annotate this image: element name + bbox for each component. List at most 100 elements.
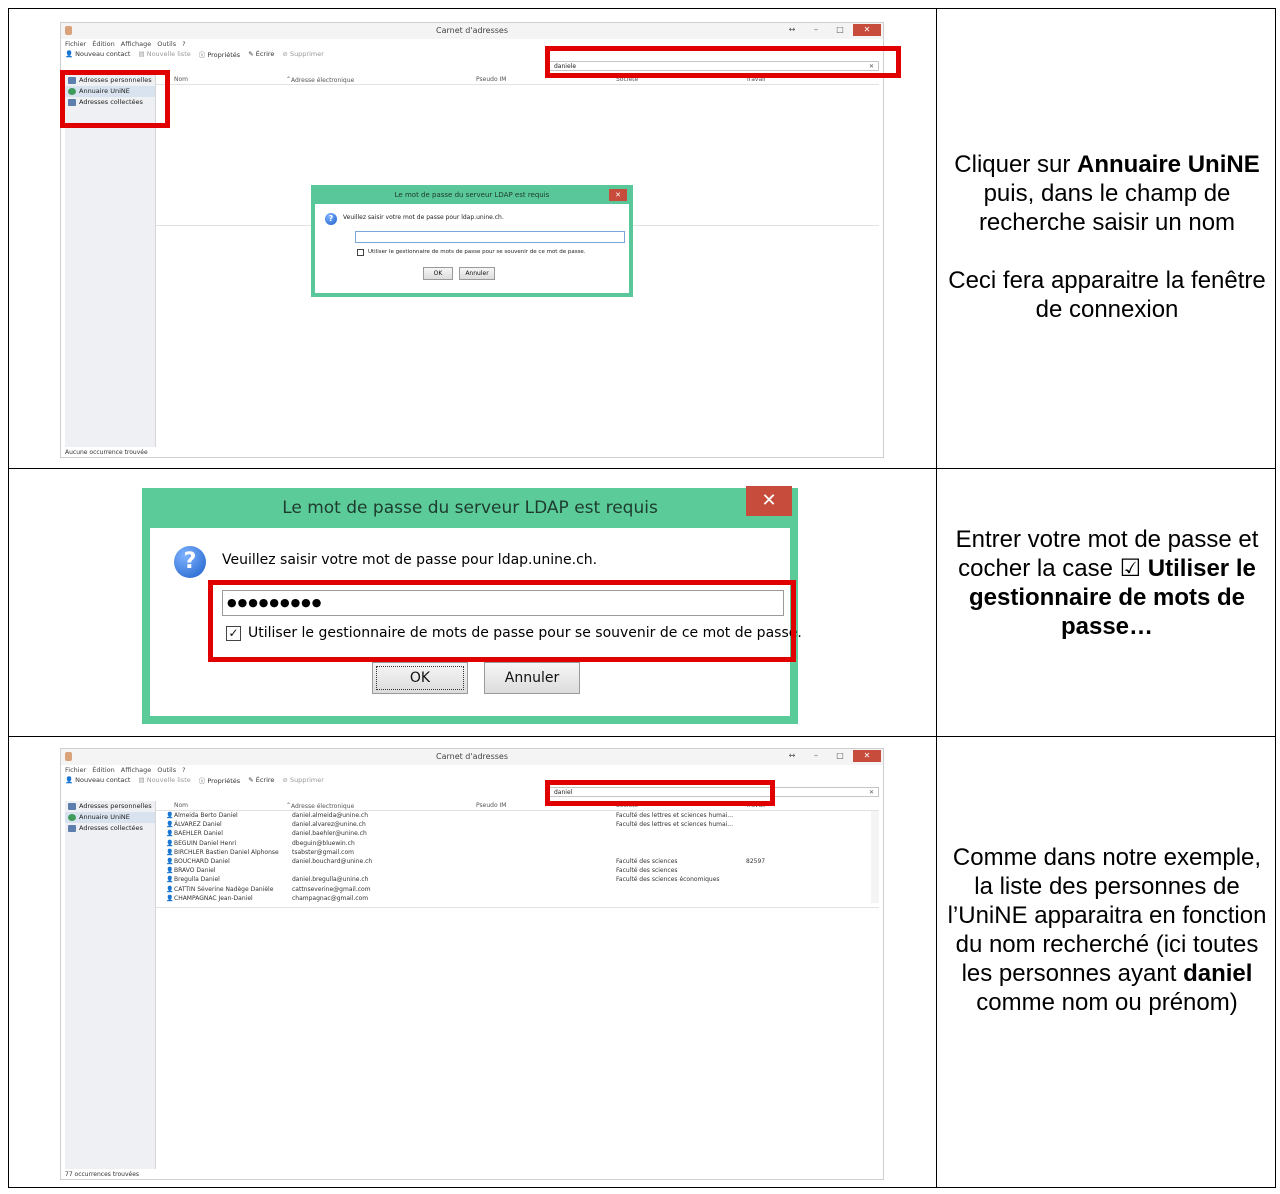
clear-search-icon[interactable]: ✕ bbox=[869, 788, 874, 798]
dialog-title: Le mot de passe du serveur LDAP est requ… bbox=[142, 486, 798, 528]
delete-button[interactable]: ⊘ Supprimer bbox=[282, 776, 324, 784]
highlight-search bbox=[545, 780, 775, 806]
question-icon: ? bbox=[325, 213, 337, 225]
sidebar-item-collected[interactable]: Adresses collectées bbox=[65, 823, 155, 834]
sidebar: Adresses personnelles Annuaire UniNE Adr… bbox=[65, 801, 156, 1169]
menu-edition[interactable]: Édition bbox=[92, 766, 115, 774]
menu-help[interactable]: ? bbox=[182, 40, 185, 48]
column-divider bbox=[936, 8, 937, 1188]
contact-email: tsabster@gmail.com bbox=[292, 848, 354, 856]
window-controls: ↔ – □ ✕ bbox=[781, 749, 881, 763]
new-contact-button[interactable]: 👤 Nouveau contact bbox=[65, 776, 130, 784]
new-list-button[interactable]: ▤ Nouvelle liste bbox=[138, 776, 190, 784]
contacts-pane: Nom ⌃ Adresse électronique Pseudo IM Soc… bbox=[156, 801, 879, 1169]
contact-company: Faculté des lettres et sciences humai... bbox=[616, 812, 734, 819]
minimize-icon[interactable]: – bbox=[805, 750, 827, 762]
contact-name: CATTIN Séverine Nadège Danièle bbox=[174, 885, 274, 893]
table-row[interactable]: 👤 BRAVO Daniel Faculté des sciences bbox=[156, 866, 869, 875]
contact-icon: 👤 bbox=[166, 848, 174, 856]
cancel-button[interactable]: Annuler bbox=[459, 267, 495, 280]
contact-icon: 👤 bbox=[166, 821, 174, 829]
address-book-window-2: Carnet d'adresses ↔ – □ ✕ Fichier Éditio… bbox=[60, 748, 884, 1180]
menu-affichage[interactable]: Affichage bbox=[121, 766, 152, 774]
contact-icon: 👤 bbox=[166, 894, 174, 902]
toolbar: 👤 Nouveau contact ▤ Nouvelle liste ⓘ Pro… bbox=[65, 775, 324, 785]
menu-outils[interactable]: Outils bbox=[157, 40, 176, 48]
contact-email: daniel.bouchard@unine.ch bbox=[292, 858, 373, 865]
menu-edition[interactable]: Édition bbox=[92, 40, 115, 48]
menu-affichage[interactable]: Affichage bbox=[121, 40, 152, 48]
caption-step2: Entrer votre mot de passe et cocher la c… bbox=[955, 526, 1259, 640]
close-icon[interactable]: ✕ bbox=[853, 750, 881, 762]
pencil-icon: ✎ bbox=[248, 50, 254, 58]
menu-fichier[interactable]: Fichier bbox=[65, 40, 86, 48]
table-row[interactable]: 👤 BOUCHARD Daniel daniel.bouchard@unine.ch… bbox=[156, 857, 869, 866]
sidebar-item-personal[interactable]: Adresses personnelles bbox=[65, 801, 155, 812]
address-book-icon bbox=[68, 825, 76, 832]
table-row[interactable]: 👤 Bregulla Daniel daniel.bregulla@unine.ch… bbox=[156, 875, 869, 884]
contact-icon: 👤 bbox=[166, 839, 174, 847]
table-row[interactable]: 👤 BIRCHLER Bastien Daniel Alphonse tsabste… bbox=[156, 848, 869, 857]
password-field[interactable] bbox=[355, 231, 625, 243]
col-email[interactable]: ⌃ Adresse électronique bbox=[286, 76, 354, 84]
contact-email: daniel.alvarez@unine.ch bbox=[292, 821, 366, 829]
write-button[interactable]: ✎ Écrire bbox=[248, 776, 274, 784]
col-im[interactable]: Pseudo IM bbox=[476, 802, 506, 809]
contact-icon: 👤 bbox=[166, 867, 174, 875]
contact-name: BAEHLER Daniel bbox=[174, 830, 223, 838]
properties-button[interactable]: ⓘ Propriétés bbox=[199, 775, 240, 785]
table-row[interactable]: 👤 CATTIN Séverine Nadège Danièle cattnseve… bbox=[156, 885, 869, 894]
list-scrollbar[interactable] bbox=[871, 811, 879, 903]
contact-email: daniel.baehler@unine.ch bbox=[292, 830, 367, 838]
contact-icon: 👤 bbox=[65, 50, 74, 58]
sidebar-item-unine[interactable]: Annuaire UniNE bbox=[65, 812, 155, 823]
contact-email: daniel.almeida@unine.ch bbox=[292, 812, 369, 819]
restore-arrows-icon[interactable]: ↔ bbox=[781, 24, 803, 36]
table-row[interactable]: 👤 Almeida Berto Daniel daniel.almeida@unin… bbox=[156, 811, 869, 820]
row-divider-2 bbox=[8, 736, 1276, 737]
dialog-message: Veuillez saisir votre mot de passe pour … bbox=[222, 552, 598, 568]
col-name[interactable]: Nom bbox=[174, 76, 188, 83]
ok-button[interactable]: OK bbox=[372, 662, 468, 694]
write-button[interactable]: ✎ Écrire bbox=[248, 50, 274, 58]
table-row[interactable]: 👤 BEGUIN Daniel Henri dbeguin@bluewin.ch bbox=[156, 839, 869, 848]
maximize-icon[interactable]: □ bbox=[829, 24, 851, 36]
dialog-title: Le mot de passe du serveur LDAP est requ… bbox=[315, 189, 629, 204]
col-email[interactable]: ⌃ Adresse électronique bbox=[286, 802, 354, 810]
menu-outils[interactable]: Outils bbox=[157, 766, 176, 774]
contact-icon: 👤 bbox=[65, 776, 74, 784]
password-manager-checkbox[interactable] bbox=[357, 249, 364, 256]
dialog-message: Veuillez saisir votre mot de passe pour … bbox=[343, 214, 504, 221]
maximize-icon[interactable]: □ bbox=[829, 750, 851, 762]
contact-name: BIRCHLER Bastien Daniel Alphonse bbox=[174, 848, 279, 856]
table-row[interactable]: 👤 CHAMPAGNAC Jean-Daniel champagnac@gmail.… bbox=[156, 894, 869, 903]
contact-icon: 👤 bbox=[166, 830, 174, 838]
window-title: Carnet d'adresses bbox=[435, 752, 509, 761]
dialog-close-icon[interactable]: ✕ bbox=[609, 189, 627, 201]
new-list-button[interactable]: ▤ Nouvelle liste bbox=[138, 50, 190, 58]
table-row[interactable]: 👤 BAEHLER Daniel daniel.baehler@unine.ch bbox=[156, 829, 869, 838]
status-bar: 77 occurrences trouvées bbox=[65, 1171, 140, 1178]
delete-button[interactable]: ⊘ Supprimer bbox=[282, 50, 324, 58]
col-im[interactable]: Pseudo IM bbox=[476, 76, 506, 83]
properties-button[interactable]: ⓘ Propriétés bbox=[199, 49, 240, 59]
table-row[interactable]: 👤 ÁLVAREZ Daniel daniel.alvarez@unine.ch Fa… bbox=[156, 820, 869, 829]
restore-arrows-icon[interactable]: ↔ bbox=[781, 750, 803, 762]
question-icon: ? bbox=[174, 546, 206, 578]
minimize-icon[interactable]: – bbox=[805, 24, 827, 36]
menu-help[interactable]: ? bbox=[182, 766, 185, 774]
dialog-close-icon[interactable]: ✕ bbox=[746, 486, 792, 516]
menu-fichier[interactable]: Fichier bbox=[65, 766, 86, 774]
col-name[interactable]: Nom bbox=[174, 802, 188, 809]
pane-separator bbox=[156, 907, 879, 908]
contact-name: BOUCHARD Daniel bbox=[174, 858, 230, 865]
cancel-button[interactable]: Annuler bbox=[484, 662, 580, 694]
new-contact-button[interactable]: 👤 Nouveau contact bbox=[65, 50, 130, 58]
contact-name: ÁLVAREZ Daniel bbox=[174, 821, 222, 829]
close-icon[interactable]: ✕ bbox=[853, 24, 881, 36]
ok-button[interactable]: OK bbox=[423, 267, 453, 280]
address-book-window-1: Carnet d'adresses ↔ – □ ✕ Fichier Éditio… bbox=[60, 22, 884, 458]
info-icon: ⓘ bbox=[198, 777, 206, 785]
checkbox-label: Utiliser le gestionnaire de mots de pass… bbox=[368, 249, 586, 255]
delete-icon: ⊘ bbox=[282, 50, 288, 58]
